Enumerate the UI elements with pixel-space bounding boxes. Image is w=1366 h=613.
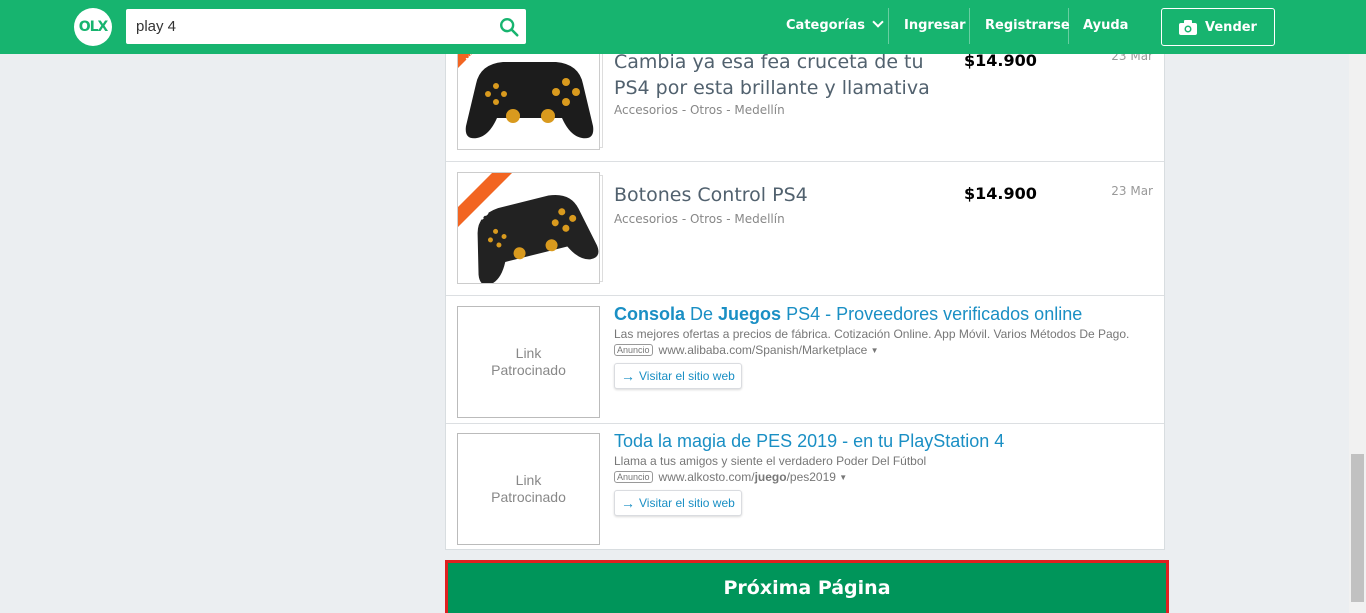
ad-title-part: Consola — [614, 304, 686, 324]
ad-url-text: /pes2019 — [786, 470, 836, 484]
nav-divider — [1068, 8, 1069, 44]
ad-url[interactable]: Anuncio www.alibaba.com/Spanish/Marketpla… — [614, 343, 879, 357]
item-title[interactable]: Botones Control PS4 — [614, 182, 954, 208]
ad-url[interactable]: Anuncio www.alkosto.com/juego/pes2019 ▼ — [614, 470, 847, 484]
ad-title-part: PS4 - Proveedores verificados online — [781, 304, 1083, 324]
sponsored-link-box[interactable]: Link Patrocinado — [457, 433, 600, 545]
ad-title[interactable]: Toda la magia de PES 2019 - en tu PlaySt… — [614, 431, 1004, 452]
nav-divider — [969, 8, 970, 44]
item-thumbnail[interactable]: NUEVOS — [457, 172, 600, 284]
search-icon[interactable] — [498, 16, 520, 38]
ad-url-text: www.alkosto.com/ — [658, 470, 755, 484]
visit-site-button[interactable]: → Visitar el sitio web — [614, 490, 742, 516]
scrollbar-thumb[interactable] — [1351, 454, 1364, 602]
item-date: 23 Mar — [1111, 184, 1153, 198]
nav-categorias[interactable]: Categorías — [786, 16, 884, 33]
nav-divider — [888, 8, 889, 44]
visit-site-label: Visitar el sitio web — [639, 369, 735, 383]
search-input[interactable] — [126, 9, 486, 44]
visit-site-button[interactable]: → Visitar el sitio web — [614, 363, 742, 389]
sponsor-label-line1: Link — [515, 345, 542, 361]
sell-button[interactable]: Vender — [1161, 8, 1275, 46]
sponsor-label-line1: Link — [515, 472, 542, 488]
logo-text: OLX — [78, 19, 109, 35]
nav-ingresar[interactable]: Ingresar — [904, 18, 966, 33]
search-bar — [126, 9, 526, 44]
visit-site-label: Visitar el sitio web — [639, 496, 735, 510]
arrow-right-icon: → — [621, 495, 635, 511]
nav-registrarse[interactable]: Registrarse — [985, 18, 1070, 33]
ad-description: Llama a tus amigos y siente el verdadero… — [614, 454, 927, 468]
ad-url-bold: juego — [754, 470, 787, 484]
results-list: NUEVOS Cambia ya esa fea cruceta de tu P… — [445, 0, 1165, 550]
nav-ayuda[interactable]: Ayuda — [1083, 18, 1128, 33]
next-page-button[interactable]: Próxima Página — [445, 560, 1169, 613]
arrow-right-icon: → — [621, 368, 635, 384]
thumb-stack — [600, 175, 603, 282]
ad-title[interactable]: Consola De Juegos PS4 - Proveedores veri… — [614, 304, 1082, 325]
item-price: $14.900 — [964, 184, 1037, 203]
ad-title-part: Juegos — [718, 304, 782, 324]
ad-description: Las mejores ofertas a precios de fábrica… — [614, 327, 1130, 341]
sell-label: Vender — [1205, 19, 1257, 35]
list-item[interactable]: NUEVOS Botones Control PS4 Accesorios - … — [446, 162, 1164, 296]
ad-url-text: www.alibaba.com/Spanish/Marketplace — [658, 343, 868, 357]
chevron-down-icon: ▼ — [839, 472, 848, 482]
top-header: OLX Categorías Ingresar Registrarse Ayud… — [0, 0, 1366, 54]
chevron-down-icon: ▼ — [870, 345, 879, 355]
ad-badge: Anuncio — [614, 344, 653, 356]
camera-icon — [1179, 19, 1198, 35]
sponsor-label-line2: Patrocinado — [491, 362, 566, 378]
nav-categorias-label: Categorías — [786, 18, 865, 33]
ad-badge: Anuncio — [614, 471, 653, 483]
item-title[interactable]: Cambia ya esa fea cruceta de tu PS4 por … — [614, 49, 954, 101]
sponsored-link-box[interactable]: Link Patrocinado — [457, 306, 600, 418]
item-subtitle: Accesorios - Otros - Medellín — [614, 103, 785, 117]
sponsored-ad[interactable]: Link Patrocinado Consola De Juegos PS4 - … — [446, 296, 1164, 424]
ad-title-part: De — [685, 304, 719, 324]
ps4-controller-image: NUEVOS — [458, 173, 599, 283]
item-subtitle: Accesorios - Otros - Medellín — [614, 212, 785, 226]
olx-logo[interactable]: OLX — [74, 8, 112, 46]
sponsor-label-line2: Patrocinado — [491, 489, 566, 505]
sponsored-ad[interactable]: Link Patrocinado Toda la magia de PES 201… — [446, 424, 1164, 549]
chevron-down-icon — [871, 16, 884, 28]
